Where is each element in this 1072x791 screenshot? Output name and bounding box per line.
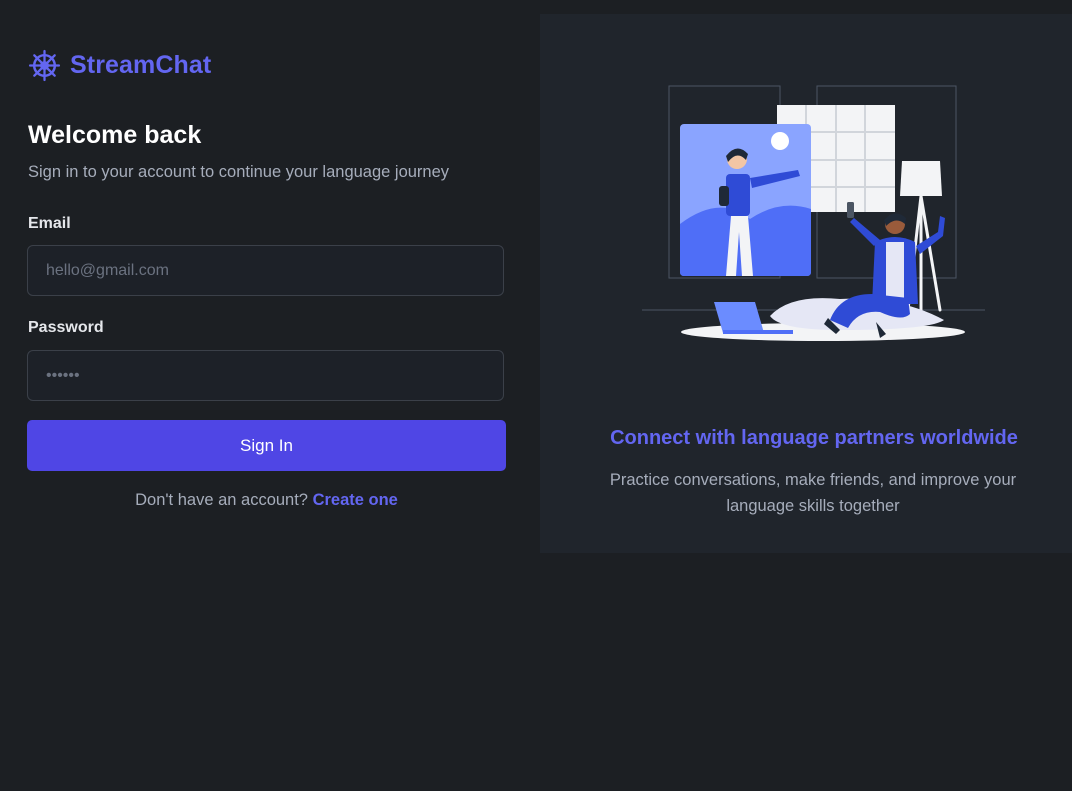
promo-description: Practice conversations, make friends, an… — [609, 471, 1017, 515]
password-field[interactable] — [27, 350, 504, 401]
page-title: Welcome back — [28, 121, 202, 149]
promo-panel: Connect with language partners worldwide… — [540, 14, 1072, 553]
email-field[interactable] — [27, 245, 504, 296]
sign-in-button[interactable]: Sign In — [27, 420, 506, 471]
page-subtitle: Sign in to your account to continue your… — [28, 163, 450, 181]
promo-title: Connect with language partners worldwide — [610, 427, 1018, 449]
email-label: Email — [28, 215, 71, 232]
ship-wheel-icon — [28, 49, 61, 82]
brand-logo[interactable]: StreamChat — [28, 49, 211, 82]
login-page: StreamChat Welcome back Sign in to your … — [0, 0, 1072, 791]
password-label: Password — [28, 319, 104, 336]
video-call-illustration — [642, 85, 985, 341]
login-panel: StreamChat Welcome back Sign in to your … — [0, 14, 540, 553]
signup-prompt-text: Don't have an account? — [135, 491, 308, 509]
brand-name: StreamChat — [70, 51, 212, 79]
create-account-link[interactable]: Create one — [313, 491, 398, 509]
signup-prompt: Don't have an account? Create one — [27, 491, 506, 510]
